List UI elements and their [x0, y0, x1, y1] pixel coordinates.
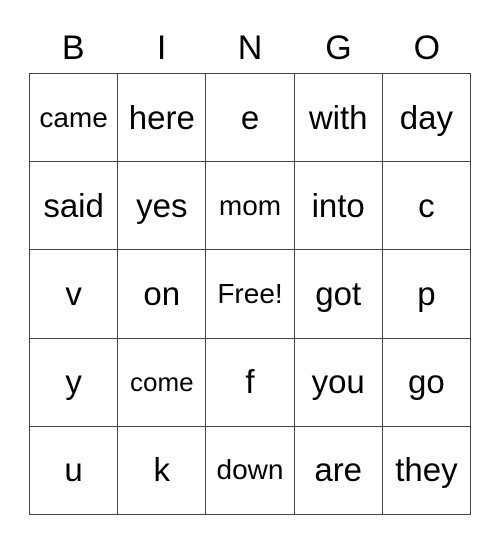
bingo-cell: p — [382, 250, 471, 339]
bingo-cell: on — [118, 250, 207, 339]
bingo-cell: e — [206, 74, 295, 163]
bingo-cell: here — [118, 74, 207, 163]
bingo-cell: come — [118, 338, 207, 427]
bingo-grid: came here e with day said yes mom into c v on Free! g… — [29, 73, 471, 515]
header-letter-b: B — [61, 29, 85, 67]
bingo-cell: down — [206, 426, 295, 515]
bingo-cell: y — [30, 338, 119, 427]
bingo-cell: said — [30, 162, 119, 251]
header-letter-i: I — [156, 29, 167, 67]
bingo-cell: v — [30, 250, 119, 339]
bingo-cell: with — [294, 74, 383, 163]
bingo-cell: Free! — [206, 250, 295, 339]
bingo-cell: they — [382, 426, 471, 515]
bingo-cell: are — [294, 426, 383, 515]
header-letter-g: G — [325, 29, 352, 67]
bingo-cell: c — [382, 162, 471, 251]
bingo-cell: you — [294, 338, 383, 427]
bingo-cell: got — [294, 250, 383, 339]
header-letter-n: N — [237, 29, 263, 67]
bingo-cell: k — [118, 426, 207, 515]
bingo-cell: u — [30, 426, 119, 515]
bingo-cell: came — [30, 74, 119, 163]
bingo-header: B I N G O — [29, 26, 471, 70]
bingo-cell: into — [294, 162, 383, 251]
bingo-cell: f — [206, 338, 295, 427]
bingo-cell: yes — [118, 162, 207, 251]
bingo-cell: mom — [206, 162, 295, 251]
bingo-cell: go — [382, 338, 471, 427]
header-letter-o: O — [413, 29, 441, 67]
bingo-cell: day — [382, 74, 471, 163]
